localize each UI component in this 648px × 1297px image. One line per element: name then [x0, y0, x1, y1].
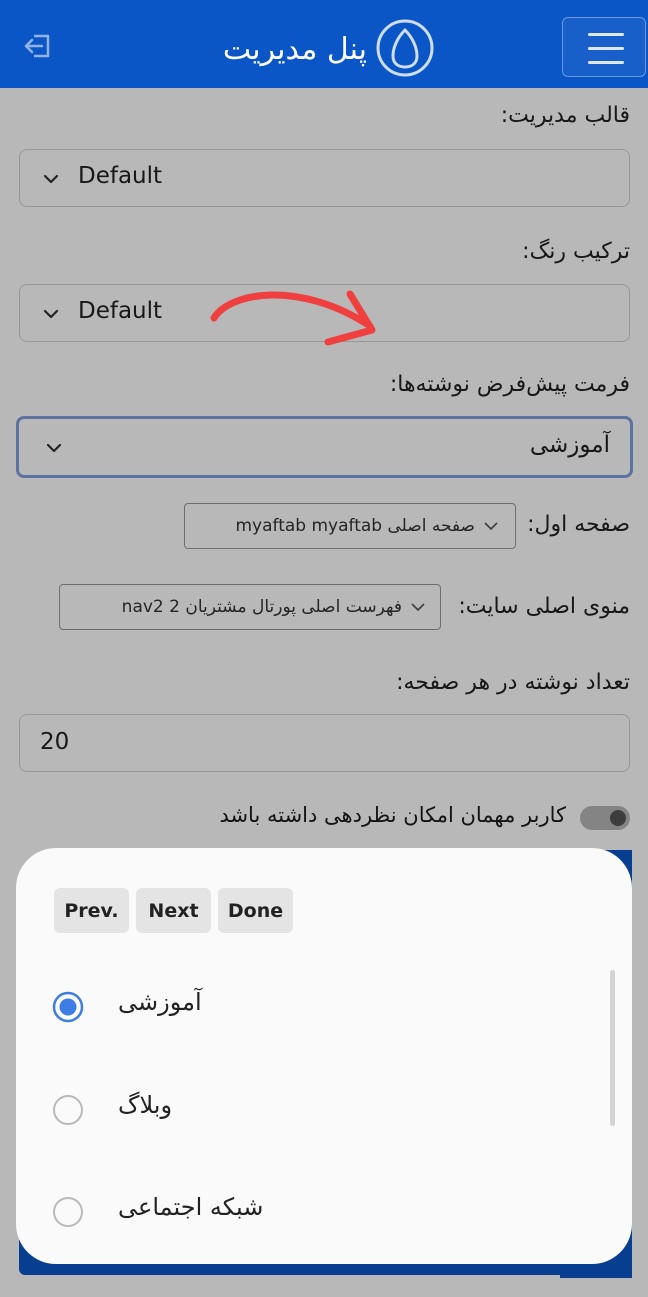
- app-header: پنل مدیریت: [0, 0, 648, 88]
- radio-checked-icon: [52, 991, 84, 1023]
- logout-button[interactable]: [22, 30, 54, 62]
- annotation-arrow-icon: [210, 290, 376, 346]
- picker-option[interactable]: آموزشی: [52, 976, 592, 1036]
- logout-icon: [24, 34, 50, 58]
- picker-option-label: وبلاگ: [118, 1091, 173, 1119]
- picker-option[interactable]: شبکه اجتماعی: [52, 1181, 592, 1241]
- prev-button[interactable]: Prev.: [54, 888, 129, 933]
- picker-option-label: شبکه اجتماعی: [118, 1193, 264, 1221]
- radio-unchecked-icon: [53, 1095, 83, 1125]
- radio-unchecked-icon: [53, 1197, 83, 1227]
- picker-option-label: آموزشی: [118, 988, 202, 1016]
- brand-logo-icon: [376, 19, 434, 77]
- done-button[interactable]: Done: [218, 888, 293, 933]
- next-button[interactable]: Next: [136, 888, 211, 933]
- hamburger-menu-icon: [588, 33, 624, 36]
- hamburger-bar: [588, 61, 624, 64]
- picker-sheet: Prev. Next Done آموزشی وبلاگ شبکه اجتماع…: [16, 848, 632, 1264]
- hamburger-bar: [588, 47, 624, 50]
- menu-button[interactable]: [562, 17, 646, 77]
- brand: پنل مدیریت: [205, 16, 435, 80]
- header-title: پنل مدیریت: [222, 32, 367, 67]
- picker-option[interactable]: وبلاگ: [52, 1079, 592, 1139]
- picker-scrollbar[interactable]: [610, 970, 615, 1126]
